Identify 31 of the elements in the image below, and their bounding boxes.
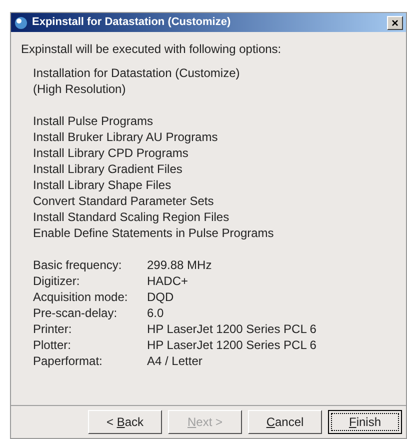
setting-value: HP LaserJet 1200 Series PCL 6 — [147, 321, 316, 337]
option-text: Install Library Shape Files — [33, 177, 172, 193]
option-text: Install Library Gradient Files — [33, 161, 184, 177]
setting-value: A4 / Letter — [147, 353, 202, 369]
setting-label: Paperformat: — [33, 353, 104, 369]
installation-text: Installation for Datastation (Customize) — [33, 65, 241, 81]
option-text: Install Pulse Programs — [33, 113, 154, 129]
intro-text: Expinstall will be executed with following options: — [21, 41, 282, 57]
dialog-button[interactable]: < Back — [88, 410, 162, 434]
app-icon — [14, 16, 28, 30]
option-text: Convert Standard Parameter Sets — [33, 193, 215, 209]
setting-value: 6.0 — [147, 305, 164, 321]
dialog-button[interactable]: Cancel — [248, 410, 322, 434]
option-text: Enable Define Statements in Pulse Programs — [33, 225, 275, 241]
setting-label: Printer: — [33, 321, 73, 337]
window-title: Expinstall for Datastation (Customize) — [32, 15, 231, 30]
close-button[interactable]: × — [387, 16, 403, 30]
dialog-button[interactable]: Finish — [328, 410, 402, 434]
option-text: Install Bruker Library AU Programs — [33, 129, 219, 145]
setting-value: DQD — [147, 289, 174, 305]
setting-label: Pre-scan-delay: — [33, 305, 118, 321]
option-text: Install Library CPD Programs — [33, 145, 190, 161]
setting-label: Plotter: — [33, 337, 72, 353]
option-text: Install Standard Scaling Region Files — [33, 209, 230, 225]
setting-value: 299.88 MHz — [147, 257, 212, 273]
setting-label: Digitizer: — [33, 273, 81, 289]
setting-label: Acquisition mode: — [33, 289, 129, 305]
setting-value: HADC+ — [147, 273, 188, 289]
installation-text: (High Resolution) — [33, 81, 127, 97]
setting-label: Basic frequency: — [33, 257, 123, 273]
setting-value: HP LaserJet 1200 Series PCL 6 — [147, 337, 316, 353]
